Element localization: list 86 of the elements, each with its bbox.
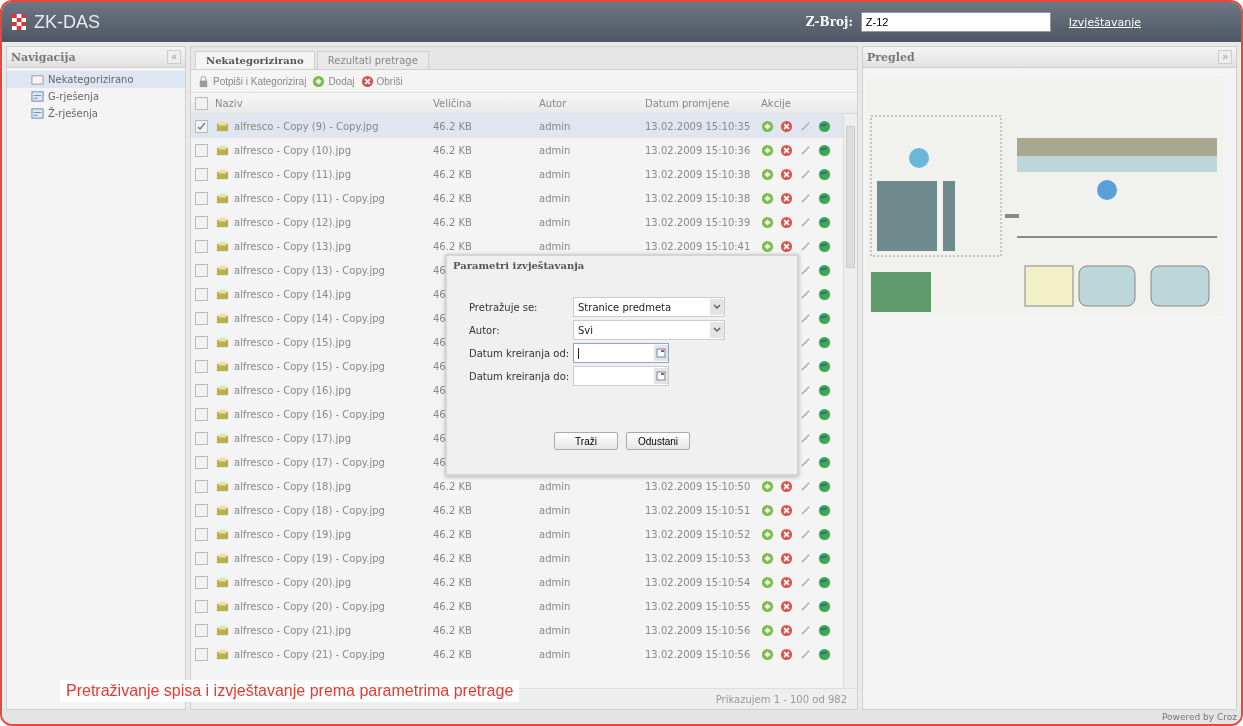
- table-cell-text: 46.2 KB: [432, 600, 472, 612]
- table-cell: alfresco - Copy (16).jpg: [211, 383, 429, 397]
- table-cell: alfresco - Copy (18) - Copy.jpg: [211, 503, 429, 517]
- table-cell: alfresco - Copy (17).jpg: [211, 431, 429, 445]
- table-cell: alfresco - Copy (16) - Copy.jpg: [211, 407, 429, 421]
- table-cell-text: admin: [538, 504, 571, 516]
- table-cell-text: admin: [538, 216, 571, 228]
- table-cell-text: 46.2 KB: [432, 192, 472, 204]
- table-cell-text: 46.2 KB: [432, 168, 472, 180]
- table-cell: alfresco - Copy (17) - Copy.jpg: [211, 455, 429, 469]
- table-cell-text: admin: [538, 192, 571, 204]
- table-cell-text: 13.02.2009 15:10:52: [644, 528, 751, 540]
- table-cell: alfresco - Copy (21).jpg: [211, 623, 429, 637]
- table-cell-text: admin: [538, 624, 571, 636]
- table-cell-text: 46.2 KB: [432, 216, 472, 228]
- table-cell-text: admin: [538, 576, 571, 588]
- table-cell-text: admin: [538, 168, 571, 180]
- table-cell-text: 46: [432, 360, 446, 372]
- field-label: Datum kreiranja do:: [469, 370, 571, 382]
- table-cell-text: admin: [538, 600, 571, 612]
- table-cell-text: 46.2 KB: [432, 120, 472, 132]
- table-cell-text: 46: [432, 336, 446, 348]
- table-cell: alfresco - Copy (12).jpg: [211, 215, 429, 229]
- field-label: Datum kreiranja od:: [469, 347, 571, 359]
- table-cell: alfresco - Copy (14).jpg: [211, 287, 429, 301]
- table-cell: alfresco - Copy (21) - Copy.jpg: [211, 647, 429, 661]
- table-cell: alfresco - Copy (11).jpg: [211, 167, 429, 181]
- table-cell: alfresco - Copy (19) - Copy.jpg: [211, 551, 429, 565]
- panel-title: Navigacija: [11, 50, 76, 64]
- table-cell-text: 13.02.2009 15:10:36: [644, 144, 751, 156]
- table-cell: alfresco - Copy (10).jpg: [211, 143, 429, 157]
- table-cell-text: 46.2 KB: [432, 504, 472, 516]
- field-label: Autor:: [469, 324, 501, 336]
- table-cell: alfresco - Copy (11) - Copy.jpg: [211, 191, 429, 205]
- field-label: Z-Broj:: [805, 15, 853, 29]
- table-cell-text: 46: [432, 432, 446, 444]
- table-cell-text: 13.02.2009 15:10:53: [644, 552, 751, 564]
- table-cell-text: 46: [432, 456, 446, 468]
- table-cell-text: 46.2 KB: [432, 240, 472, 252]
- table-cell-text: 46.2 KB: [432, 144, 472, 156]
- table-cell-text: 46: [432, 408, 446, 420]
- table-cell-text: 46: [432, 264, 446, 276]
- table-cell-text: 13.02.2009 15:10:38: [644, 168, 751, 180]
- table-cell: alfresco - Copy (15).jpg: [211, 335, 429, 349]
- table-cell-text: 13.02.2009 15:10:41: [644, 240, 751, 252]
- table-cell-text: 46.2 KB: [432, 480, 472, 492]
- table-cell-text: admin: [538, 240, 571, 252]
- table-cell-text: admin: [538, 648, 571, 660]
- table-cell-text: 13.02.2009 15:10:54: [644, 576, 751, 588]
- table-cell-text: admin: [538, 528, 571, 540]
- table-cell: alfresco - Copy (15) - Copy.jpg: [211, 359, 429, 373]
- table-cell-text: 13.02.2009 15:10:56: [644, 624, 751, 636]
- table-cell-text: 13.02.2009 15:10:55: [644, 600, 751, 612]
- table-cell-text: admin: [538, 144, 571, 156]
- app-logo: ZK-DAS: [34, 11, 100, 33]
- footer-text: Powered by Croz: [1161, 712, 1237, 722]
- table-cell: alfresco - Copy (20).jpg: [211, 575, 429, 589]
- table-cell-text: 13.02.2009 15:10:38: [644, 192, 751, 204]
- table-cell-text: 13.02.2009 15:10:35: [644, 120, 751, 132]
- table-cell-text: 46.2 KB: [432, 648, 472, 660]
- table-cell: alfresco - Copy (19).jpg: [211, 527, 429, 541]
- table-cell-text: 13.02.2009 15:10:56: [644, 648, 751, 660]
- table-cell: alfresco - Copy (9) - Copy.jpg: [211, 119, 429, 133]
- table-cell: alfresco - Copy (13).jpg: [211, 239, 429, 253]
- table-cell-text: admin: [538, 552, 571, 564]
- table-cell-text: 46.2 KB: [432, 576, 472, 588]
- table-cell-text: 46: [432, 288, 446, 300]
- table-cell: alfresco - Copy (20) - Copy.jpg: [211, 599, 429, 613]
- table-cell-text: 13.02.2009 15:10:39: [644, 216, 751, 228]
- paging-info: Prikazujem 1 - 100 od 982: [715, 693, 847, 705]
- table-cell-text: 46.2 KB: [432, 552, 472, 564]
- dialog-title: Parametri izvještavanja: [452, 259, 586, 273]
- caption: Pretraživanje spisa i izvještavanje prema parametrima pretrage: [60, 680, 520, 702]
- table-cell-text: admin: [538, 120, 571, 132]
- table-cell: alfresco - Copy (14) - Copy.jpg: [211, 311, 429, 325]
- table-cell-text: admin: [538, 480, 571, 492]
- table-cell-text: 46: [432, 384, 446, 396]
- table-cell: alfresco - Copy (13) - Copy.jpg: [211, 263, 429, 277]
- field-label: Pretražuje se:: [469, 301, 539, 313]
- table-cell-text: 46.2 KB: [432, 624, 472, 636]
- table-cell-text: 13.02.2009 15:10:51: [644, 504, 751, 516]
- panel-title: Pregled: [867, 50, 915, 64]
- table-cell-text: 46: [432, 312, 446, 324]
- table-cell-text: 13.02.2009 15:10:50: [644, 480, 751, 492]
- table-cell-text: 46.2 KB: [432, 528, 472, 540]
- table-cell: alfresco - Copy (18).jpg: [211, 479, 429, 493]
